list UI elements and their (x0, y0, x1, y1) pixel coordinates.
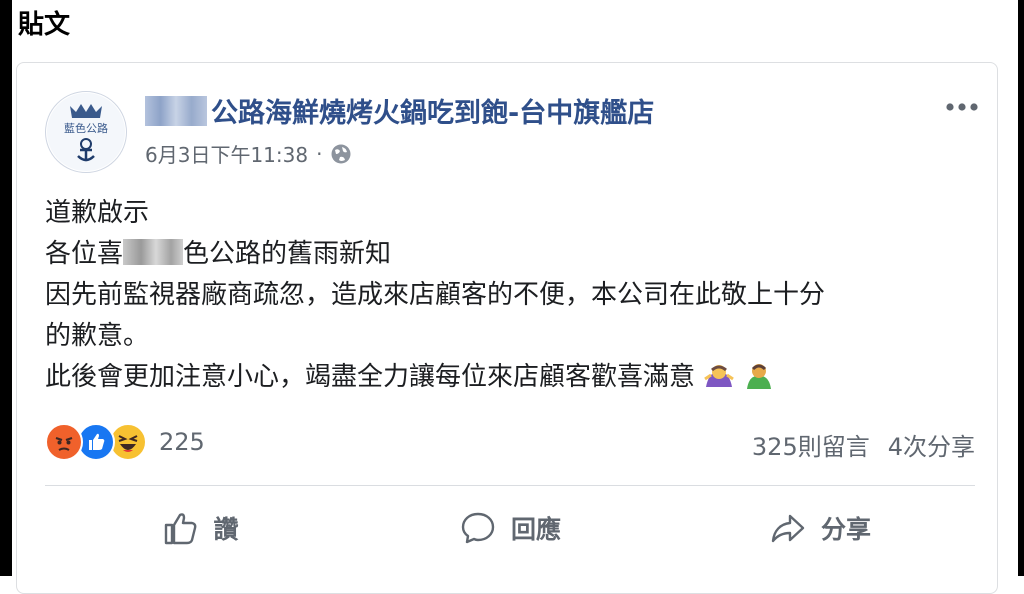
post-actions: 讚 回應 分享 (45, 493, 975, 563)
post-line-segment: 各位喜 (45, 239, 124, 269)
post-timestamp[interactable]: 6月3日下午11:38 (145, 139, 308, 168)
page-avatar[interactable]: 藍色公路 (45, 91, 127, 173)
globe-icon[interactable] (330, 143, 352, 165)
share-arrow-icon (771, 514, 805, 543)
more-options-button[interactable] (942, 95, 982, 119)
section-title: 貼文 (18, 10, 71, 40)
angry-icon (45, 423, 83, 461)
post-line: 此後會更加注意小心，竭盡全力讓每位來店顧客歡喜滿意 (45, 357, 975, 398)
person-emoji-icon (746, 364, 771, 389)
thumbs-up-icon (165, 513, 197, 545)
page-name-text: 公路海鮮燒烤火鍋吃到飽-台中旗艦店 (211, 98, 655, 129)
frame-left-border (0, 0, 12, 576)
like-button[interactable]: 讚 (45, 493, 355, 563)
post-meta: 6月3日下午11:38 · (145, 139, 352, 168)
actions-divider (45, 485, 975, 486)
share-button[interactable]: 分享 (665, 493, 975, 563)
engagement-stats: 325則留言 4次分享 (752, 427, 975, 462)
comment-button[interactable]: 回應 (355, 493, 665, 563)
post-line: 的歉意。 (45, 321, 150, 351)
post-card: 藍色公路 公路海鮮燒烤火鍋吃到飽-台中旗艦店 6月3日下午11:38 · 道歉啟… (16, 62, 998, 594)
avatar-text: 藍色公路 (64, 121, 108, 135)
post-line-segment: 色公路的舊雨新知 (183, 239, 392, 269)
blurred-name-prefix (145, 95, 207, 126)
post-line-segment: 此後會更加注意小心，竭盡全力讓每位來店顧客歡喜滿意 (45, 362, 696, 392)
comment-button-label: 回應 (510, 515, 561, 544)
frame-right-border (1018, 0, 1024, 576)
reaction-summary[interactable]: 225 (45, 423, 205, 461)
post-line: 道歉啟示 (45, 198, 150, 228)
avatar-logo-icon: 藍色公路 (47, 93, 125, 171)
page-name-link[interactable]: 公路海鮮燒烤火鍋吃到飽-台中旗艦店 (145, 91, 654, 130)
comments-count-link[interactable]: 325則留言 (752, 427, 870, 462)
bowing-person-emoji-icon (704, 365, 735, 387)
comment-bubble-icon (461, 512, 495, 544)
post-line: 因先前監視器廠商疏忽，造成來店顧客的不便，本公司在此敬上十分 (45, 280, 826, 310)
share-button-label: 分享 (820, 515, 871, 544)
post-body: 道歉啟示 各位喜 色公路的舊雨新知 因先前監視器廠商疏忽，造成來店顧客的不便，本公… (45, 193, 975, 398)
like-button-label: 讚 (213, 515, 239, 544)
reaction-count: 225 (159, 428, 205, 456)
post-line: 各位喜 色公路的舊雨新知 (45, 234, 975, 275)
shares-count-link[interactable]: 4次分享 (888, 427, 975, 462)
blurred-word (123, 239, 184, 265)
meta-separator: · (316, 141, 323, 166)
more-dots-icon (946, 103, 978, 111)
